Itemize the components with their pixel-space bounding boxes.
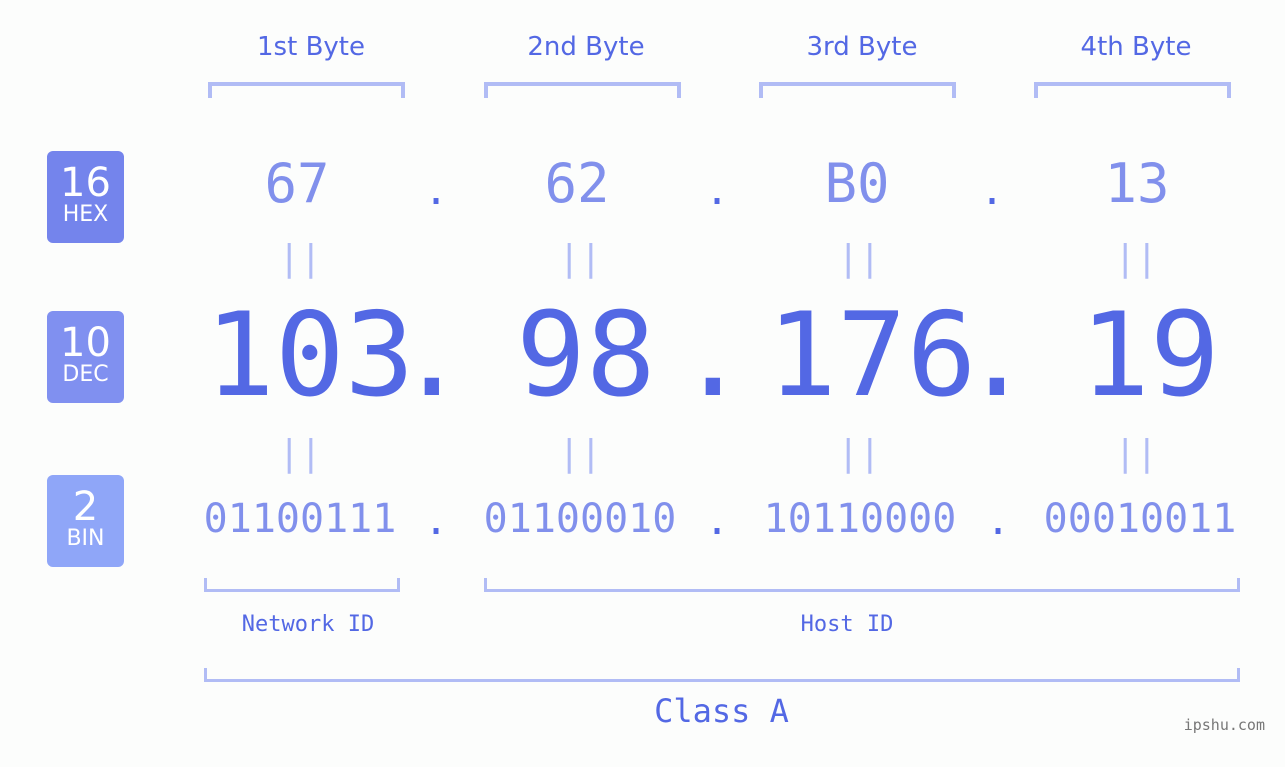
byte-header-3: 3rd Byte [806,32,918,62]
dec-byte-1: 103 [205,288,415,423]
bin-byte-1: 01100111 [203,496,397,542]
network-id-bracket [204,578,400,592]
byte-header-2: 2nd Byte [527,32,645,62]
bin-byte-2: 01100010 [483,496,677,542]
hex-separator: . [424,168,449,214]
bin-badge: 2 BIN [47,475,124,567]
byte-bracket-3 [759,82,956,98]
bin-label: BIN [66,526,105,551]
dec-byte-4: 19 [1080,288,1220,423]
site-credit: ipshu.com [1183,716,1265,734]
hex-badge: 16 HEX [47,151,124,243]
equals-sign: || [278,238,322,279]
dec-separator: . [397,288,467,423]
hex-byte-4: 13 [1104,152,1170,215]
bin-byte-4: 00010011 [1043,496,1237,542]
class-label: Class A [654,692,789,730]
bin-separator: . [424,498,449,544]
hex-separator: . [705,168,730,214]
dec-badge: 10 DEC [47,311,124,403]
host-id-label: Host ID [800,612,894,637]
byte-header-1: 1st Byte [257,32,365,62]
bin-byte-3: 10110000 [763,496,957,542]
bin-separator: . [986,498,1011,544]
byte-bracket-1 [208,82,405,98]
equals-sign: || [278,433,322,474]
dec-base: 10 [60,320,111,366]
bin-separator: . [705,498,730,544]
byte-header-4: 4th Byte [1080,32,1192,62]
equals-sign: || [837,433,881,474]
equals-sign: || [558,238,602,279]
hex-byte-3: B0 [824,152,890,215]
dec-byte-2: 98 [516,288,656,423]
hex-base: 16 [60,160,111,206]
hex-separator: . [980,168,1005,214]
equals-sign: || [1114,433,1158,474]
equals-sign: || [1114,238,1158,279]
dec-label: DEC [62,362,109,387]
network-id-label: Network ID [241,612,375,637]
hex-byte-1: 67 [264,152,330,215]
host-id-bracket [484,578,1240,592]
hex-label: HEX [62,202,109,227]
dec-separator: . [962,288,1032,423]
bin-base: 2 [72,484,99,530]
byte-bracket-4 [1034,82,1231,98]
dec-separator: . [678,288,748,423]
class-bracket [204,668,1240,682]
hex-byte-2: 62 [544,152,610,215]
byte-bracket-2 [484,82,681,98]
equals-sign: || [837,238,881,279]
dec-byte-3: 176 [767,288,977,423]
equals-sign: || [558,433,602,474]
